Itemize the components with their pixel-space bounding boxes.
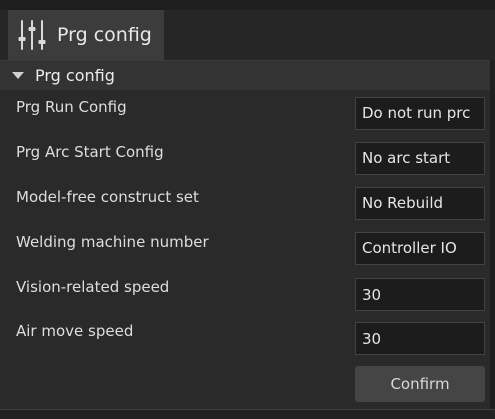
select-welding-machine-number[interactable]: Controller IO xyxy=(355,232,485,265)
label-air-move-speed: Air move speed xyxy=(16,322,134,340)
select-model-free-construct-set[interactable]: No Rebuild xyxy=(355,187,485,220)
section-title: Prg config xyxy=(35,66,115,85)
section-header-prg-config[interactable]: Prg config xyxy=(0,60,495,90)
prg-config-window: Prg config Prg config Prg Run Config Do … xyxy=(0,0,495,419)
input-vision-related-speed[interactable] xyxy=(355,278,485,311)
label-prg-run-config: Prg Run Config xyxy=(16,98,127,116)
input-air-move-speed[interactable] xyxy=(355,322,485,355)
label-model-free-construct-set: Model-free construct set xyxy=(16,188,199,206)
title-strip xyxy=(0,0,495,10)
select-prg-arc-start-config[interactable]: No arc start xyxy=(355,142,485,175)
tab-prg-config[interactable]: Prg config xyxy=(8,10,164,60)
select-prg-run-config[interactable]: Do not run prc xyxy=(355,97,485,130)
confirm-button[interactable]: Confirm xyxy=(355,366,485,402)
sliders-icon xyxy=(16,18,48,52)
bottom-divider xyxy=(0,409,495,419)
tab-label: Prg config xyxy=(57,24,152,46)
label-prg-arc-start-config: Prg Arc Start Config xyxy=(16,143,164,161)
label-welding-machine-number: Welding machine number xyxy=(16,233,209,251)
tab-bar: Prg config xyxy=(0,10,495,60)
panel-side-border xyxy=(490,60,495,419)
caret-down-icon[interactable] xyxy=(12,72,24,79)
label-vision-related-speed: Vision-related speed xyxy=(16,278,170,296)
